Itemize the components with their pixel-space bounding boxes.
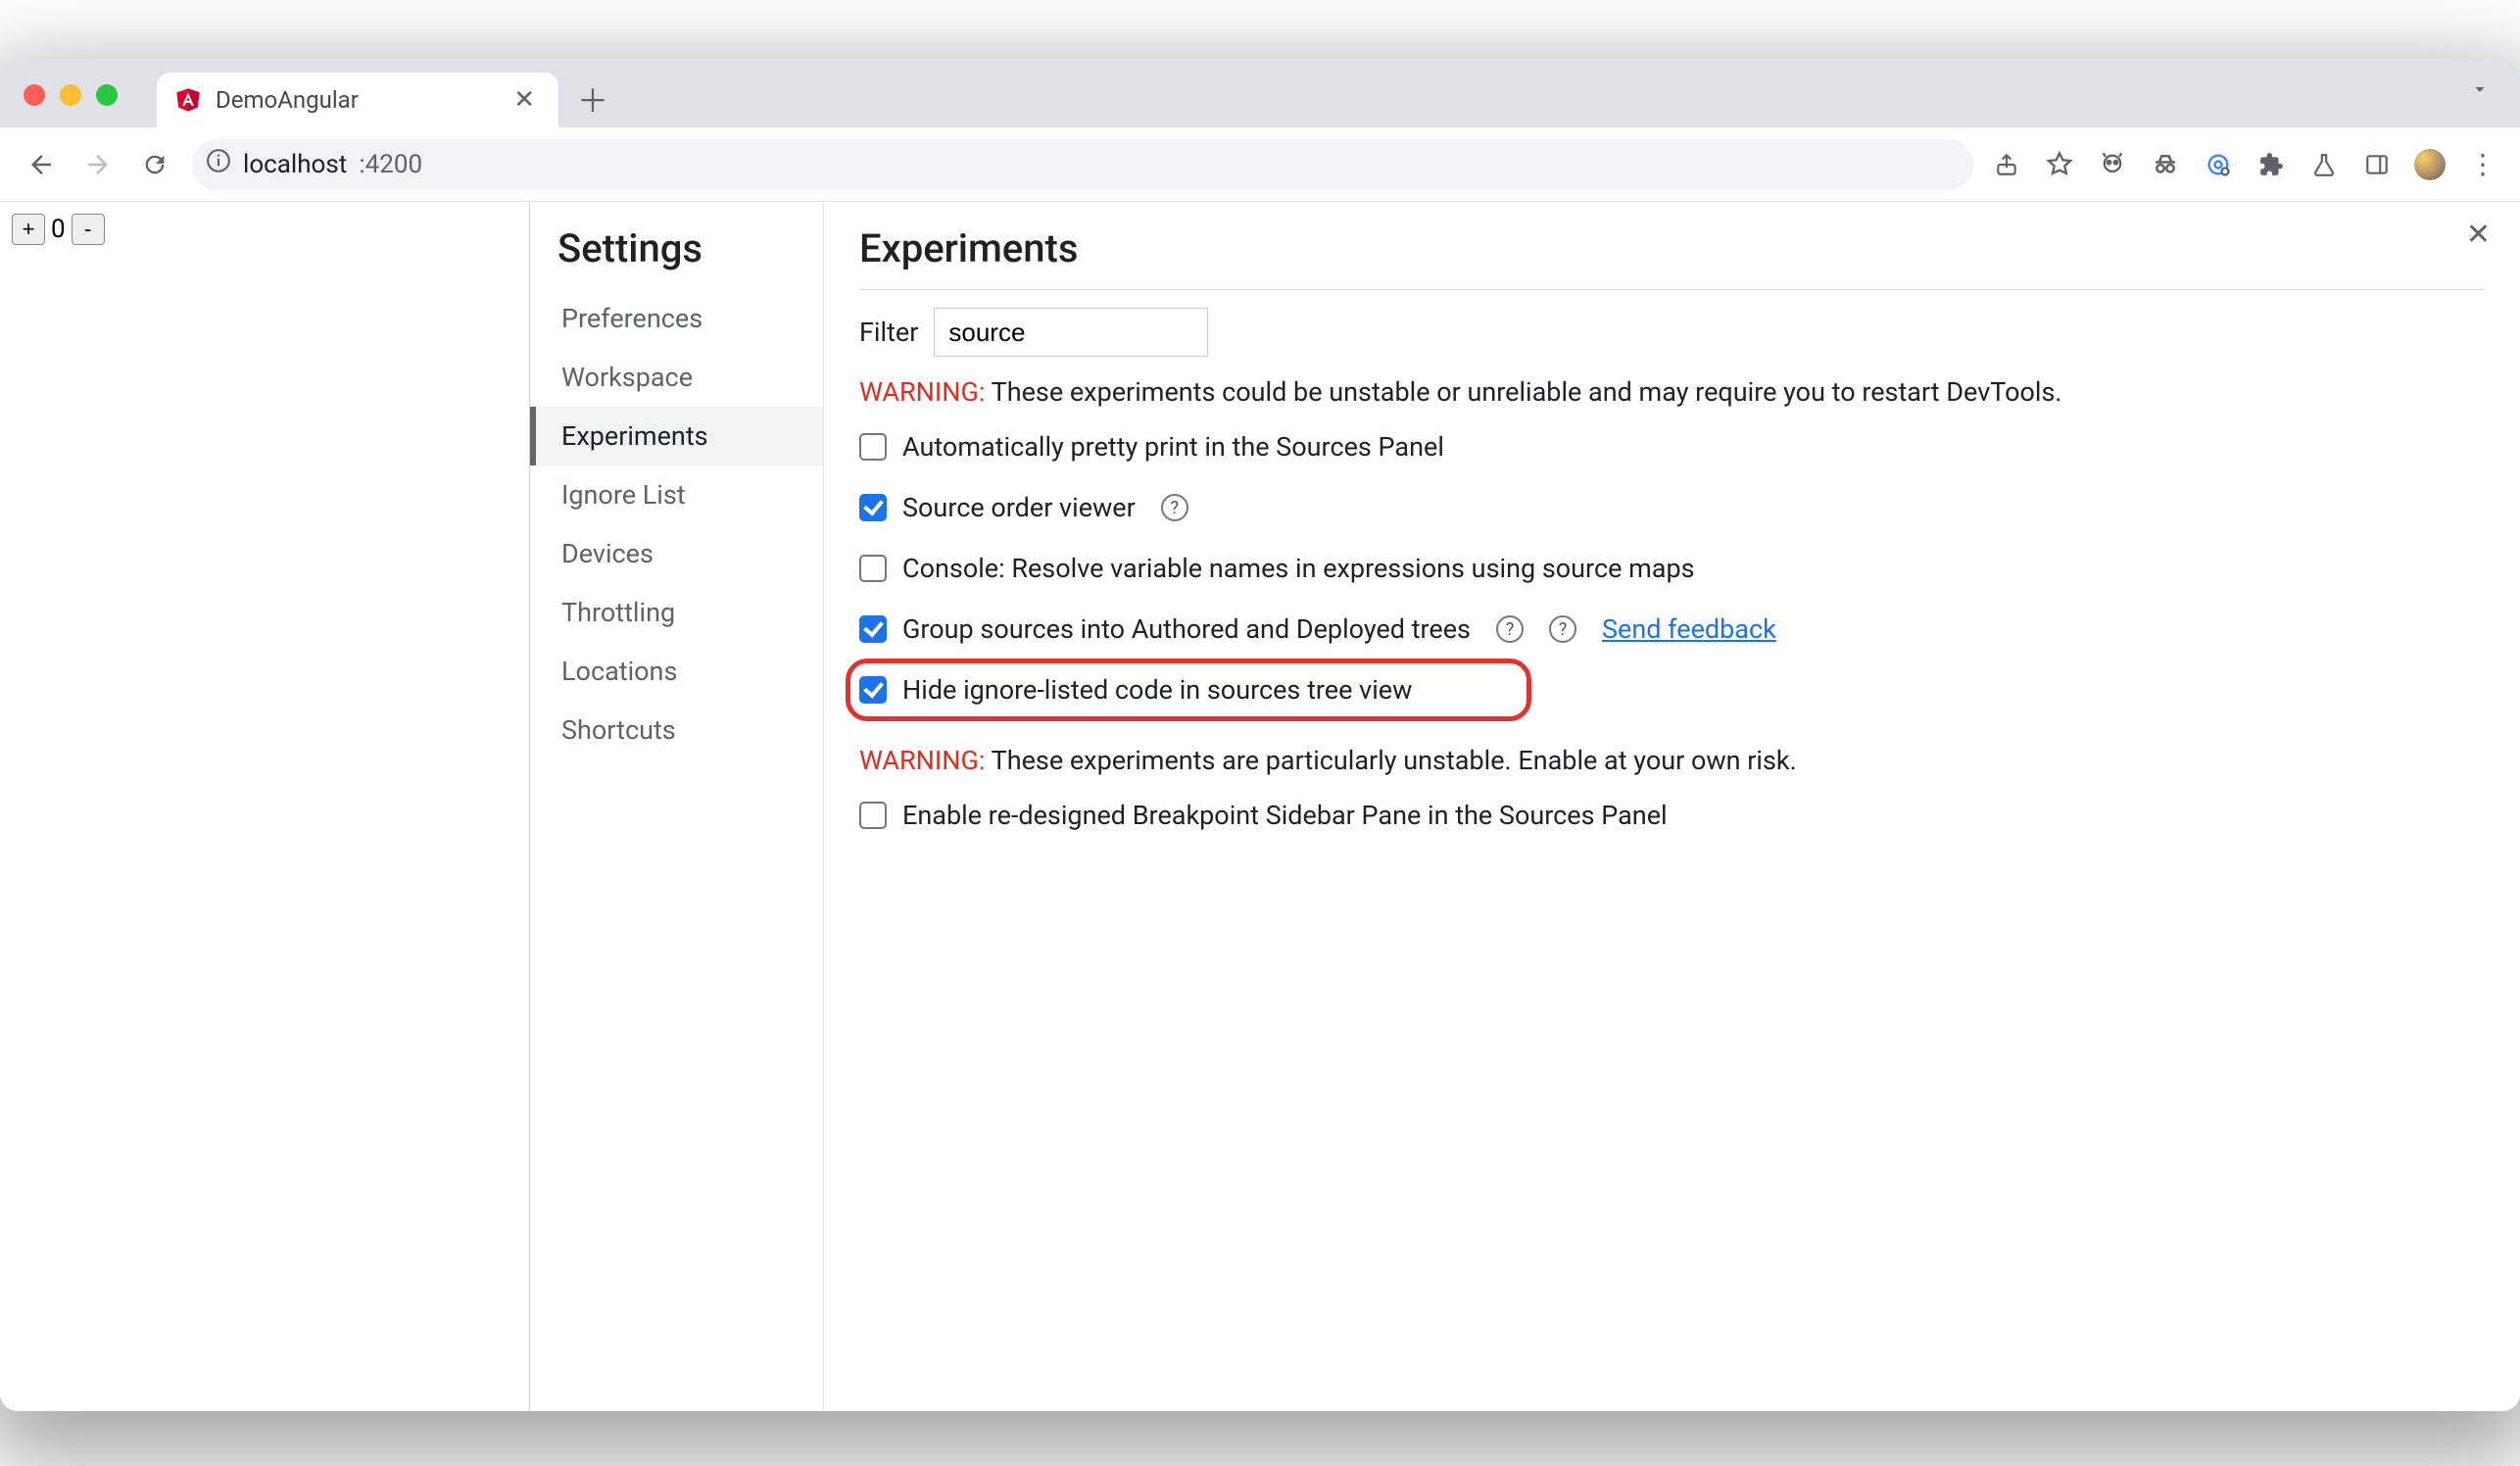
experiments-heading: Experiments bbox=[859, 225, 2485, 271]
experiment-checkbox[interactable] bbox=[859, 555, 887, 582]
share-icon[interactable] bbox=[1991, 149, 2022, 180]
experiment-checkbox[interactable] bbox=[859, 615, 887, 643]
settings-sidebar: Settings PreferencesWorkspaceExperiments… bbox=[530, 202, 824, 1411]
experiment-label: Automatically pretty print in the Source… bbox=[902, 431, 1444, 463]
settings-title: Settings bbox=[557, 225, 823, 271]
experiment-row: Source order viewer? bbox=[859, 492, 2485, 523]
experiment-label: Hide ignore-listed code in sources tree … bbox=[902, 674, 1412, 706]
experiment-row: Automatically pretty print in the Source… bbox=[859, 431, 2485, 463]
warning-line-1: WARNING: These experiments could be unst… bbox=[859, 376, 2485, 408]
browser-window: DemoAngular ✕ ＋ localhost :4200 bbox=[0, 59, 2520, 1411]
warning-text: These experiments are particularly unsta… bbox=[985, 745, 1796, 776]
address-bar[interactable]: localhost :4200 bbox=[192, 139, 1973, 190]
experiment-checkbox[interactable] bbox=[859, 433, 887, 461]
settings-nav-devices[interactable]: Devices bbox=[557, 524, 823, 583]
tabs-dropdown-button[interactable] bbox=[2457, 71, 2502, 114]
extensions-puzzle-icon[interactable] bbox=[2255, 149, 2287, 180]
window-zoom-button[interactable] bbox=[96, 84, 118, 106]
experiment-checkbox[interactable] bbox=[859, 802, 887, 829]
settings-nav-preferences[interactable]: Preferences bbox=[557, 289, 823, 348]
experiments-list: Automatically pretty print in the Source… bbox=[859, 431, 2485, 706]
settings-nav-shortcuts[interactable]: Shortcuts bbox=[557, 701, 823, 759]
warning-line-2: WARNING: These experiments are particula… bbox=[859, 745, 2485, 776]
tab-strip: DemoAngular ✕ ＋ bbox=[0, 59, 2520, 127]
back-button[interactable] bbox=[22, 145, 61, 184]
angular-favicon-icon bbox=[174, 86, 202, 114]
experiment-row: Enable re-designed Breakpoint Sidebar Pa… bbox=[859, 800, 2485, 831]
help-icon[interactable]: ? bbox=[1161, 494, 1188, 521]
experiment-checkbox[interactable] bbox=[859, 676, 887, 704]
experiment-label: Group sources into Authored and Deployed… bbox=[902, 613, 1471, 645]
site-info-icon[interactable] bbox=[206, 148, 231, 180]
filter-label: Filter bbox=[859, 317, 918, 348]
extension-alien-icon[interactable] bbox=[2097, 149, 2128, 180]
browser-menu-button[interactable]: ⋮ bbox=[2467, 149, 2498, 180]
experiment-row: Group sources into Authored and Deployed… bbox=[859, 613, 2485, 645]
close-settings-button[interactable]: ✕ bbox=[2456, 212, 2500, 258]
window-minimize-button[interactable] bbox=[60, 84, 81, 106]
counter-increment-button[interactable]: + bbox=[12, 214, 45, 245]
settings-nav-ignore-list[interactable]: Ignore List bbox=[557, 465, 823, 524]
browser-toolbar: localhost :4200 ⋮ bbox=[0, 127, 2520, 202]
experiment-row: Hide ignore-listed code in sources tree … bbox=[859, 674, 2485, 706]
experiment-label: Source order viewer bbox=[902, 492, 1136, 523]
settings-nav-throttling[interactable]: Throttling bbox=[557, 583, 823, 642]
experiment-row: Console: Resolve variable names in expre… bbox=[859, 553, 2485, 584]
send-feedback-link[interactable]: Send feedback bbox=[1602, 613, 1776, 645]
profile-avatar[interactable] bbox=[2414, 149, 2446, 180]
experiment-checkbox[interactable] bbox=[859, 494, 887, 521]
reload-button[interactable] bbox=[135, 145, 174, 184]
page-viewport: + 0 - bbox=[0, 202, 529, 1411]
extension-flask-icon[interactable] bbox=[2308, 149, 2340, 180]
forward-button[interactable] bbox=[78, 145, 118, 184]
filter-input[interactable] bbox=[934, 308, 1208, 357]
bookmark-star-icon[interactable] bbox=[2044, 149, 2075, 180]
help-icon[interactable]: ? bbox=[1549, 615, 1576, 643]
counter-decrement-button[interactable]: - bbox=[72, 214, 105, 245]
warning-text: These experiments could be unstable or u… bbox=[985, 376, 2061, 408]
counter-widget: + 0 - bbox=[12, 214, 105, 245]
extension-target-icon[interactable] bbox=[2203, 149, 2234, 180]
extension-incognito-icon[interactable] bbox=[2150, 149, 2181, 180]
url-host: localhost bbox=[243, 150, 347, 179]
toolbar-actions: ⋮ bbox=[1991, 149, 2498, 180]
settings-main: Experiments Filter WARNING: These experi… bbox=[824, 202, 2520, 1411]
new-tab-button[interactable]: ＋ bbox=[570, 76, 615, 122]
browser-tab[interactable]: DemoAngular ✕ bbox=[157, 73, 558, 127]
window-controls bbox=[24, 84, 118, 106]
devtools-settings-panel: ✕ Settings PreferencesWorkspaceExperimen… bbox=[529, 202, 2520, 1411]
url-port: :4200 bbox=[359, 150, 422, 179]
tab-close-button[interactable]: ✕ bbox=[508, 81, 541, 119]
settings-nav: PreferencesWorkspaceExperimentsIgnore Li… bbox=[557, 289, 823, 759]
experiments-list-unstable: Enable re-designed Breakpoint Sidebar Pa… bbox=[859, 800, 2485, 831]
window-close-button[interactable] bbox=[24, 84, 45, 106]
experiment-label: Console: Resolve variable names in expre… bbox=[902, 553, 1695, 584]
filter-row: Filter bbox=[859, 308, 2485, 357]
settings-nav-experiments[interactable]: Experiments bbox=[530, 407, 823, 465]
help-icon[interactable]: ? bbox=[1496, 615, 1524, 643]
tab-title: DemoAngular bbox=[216, 86, 494, 114]
divider bbox=[859, 289, 2485, 290]
experiment-label: Enable re-designed Breakpoint Sidebar Pa… bbox=[902, 800, 1668, 831]
warning-prefix: WARNING: bbox=[859, 745, 985, 776]
side-panel-icon[interactable] bbox=[2361, 149, 2393, 180]
counter-value: 0 bbox=[49, 215, 68, 244]
warning-prefix: WARNING: bbox=[859, 376, 985, 408]
content-area: + 0 - ✕ Settings PreferencesWorkspaceExp… bbox=[0, 202, 2520, 1411]
settings-nav-locations[interactable]: Locations bbox=[557, 642, 823, 701]
settings-nav-workspace[interactable]: Workspace bbox=[557, 348, 823, 407]
